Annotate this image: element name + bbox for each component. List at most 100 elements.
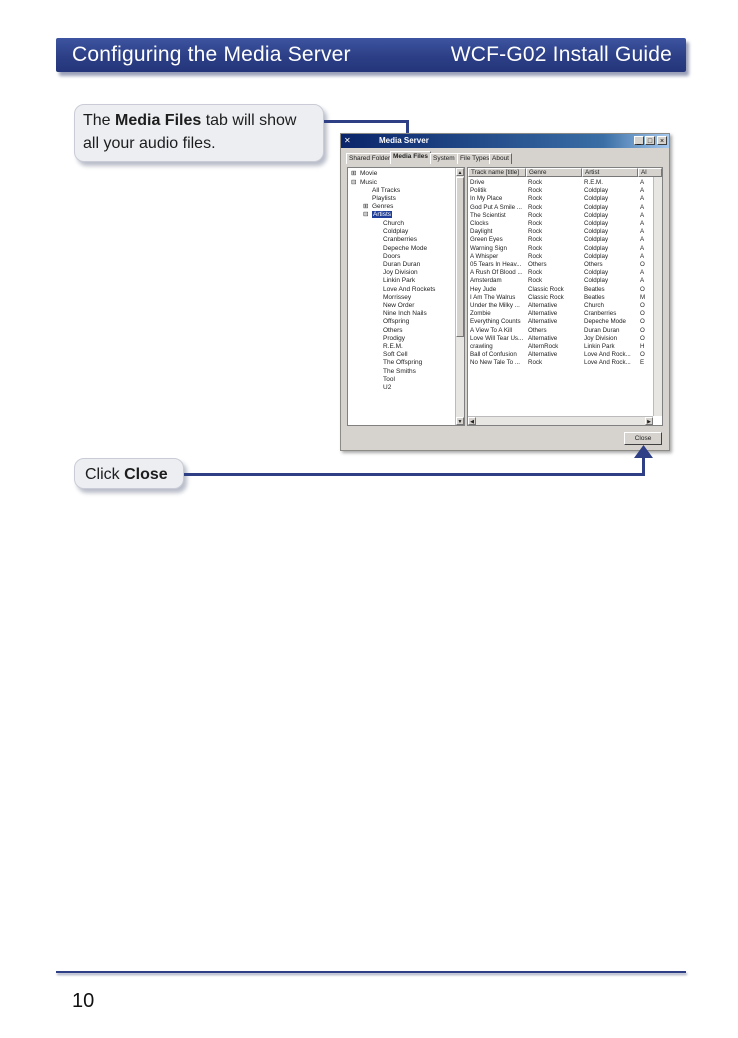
tab-system[interactable]: System bbox=[430, 153, 458, 164]
table-row[interactable]: Drive Rock R.E.M. A bbox=[468, 179, 662, 186]
cell-artist: Coldplay bbox=[584, 277, 609, 285]
tree-item-artist[interactable]: R.E.M. bbox=[383, 343, 403, 350]
table-row[interactable]: Ball of Confusion Alternative Love And Roc… bbox=[468, 351, 662, 358]
tree-item-artist[interactable]: Coldplay bbox=[383, 228, 408, 235]
minimize-button[interactable]: _ bbox=[634, 136, 644, 145]
table-row[interactable]: Everything Counts Alternative Depeche Mode… bbox=[468, 318, 662, 325]
table-row[interactable]: God Put A Smile ... Rock Coldplay A bbox=[468, 204, 662, 211]
tree-item-artist[interactable]: Tool bbox=[383, 376, 395, 383]
callout-connector bbox=[642, 455, 645, 476]
table-row[interactable]: No New Tale To ... Rock Love And Rock... E bbox=[468, 359, 662, 367]
cell-album: A bbox=[640, 277, 645, 285]
tree-item-playlists[interactable]: Playlists bbox=[372, 195, 396, 202]
tree-item-artists[interactable]: Artists bbox=[372, 211, 393, 218]
scroll-down-icon[interactable]: ▼ bbox=[456, 417, 464, 425]
table-row[interactable]: A Whisper Rock Coldplay A bbox=[468, 253, 662, 260]
scroll-right-icon[interactable]: ▶ bbox=[645, 417, 653, 425]
tree-item-artist[interactable]: Soft Cell bbox=[383, 351, 408, 358]
tree-item-artist[interactable]: Depeche Mode bbox=[383, 245, 427, 252]
table-row[interactable]: Warning Sign Rock Coldplay A bbox=[468, 245, 662, 252]
table-row[interactable]: 05 Tears In Heav... Others Others O bbox=[468, 261, 662, 268]
tab-media-files[interactable]: Media Files bbox=[390, 151, 432, 164]
tree-item-artist[interactable]: Prodigy bbox=[383, 335, 405, 342]
tab-about[interactable]: About bbox=[489, 153, 512, 164]
tree-item-artist[interactable]: Nine Inch Nails bbox=[383, 310, 427, 317]
scroll-up-icon[interactable]: ▲ bbox=[456, 168, 464, 176]
tracks-list-view[interactable]: Track name [title] Genre Artist Al Drive… bbox=[467, 167, 663, 426]
column-header-track[interactable]: Track name [title] bbox=[468, 168, 526, 177]
table-row[interactable]: A Rush Of Blood ... Rock Coldplay A bbox=[468, 269, 662, 277]
table-row[interactable]: Amsterdam Rock Coldplay A bbox=[468, 277, 662, 285]
column-header-album[interactable]: Al bbox=[638, 168, 662, 177]
table-row[interactable]: Love Will Tear Us... Alternative Joy Divis… bbox=[468, 335, 662, 342]
tree-expand-icon[interactable]: ⊞ bbox=[363, 203, 368, 210]
cell-album: O bbox=[640, 261, 645, 268]
table-row[interactable]: Hey Jude Classic Rock Beatles O bbox=[468, 285, 662, 293]
tree-item-music[interactable]: Music bbox=[360, 179, 377, 186]
close-button[interactable]: Close bbox=[624, 432, 662, 445]
tree-item-artist[interactable]: Linkin Park bbox=[383, 277, 415, 284]
tree-item-artist[interactable]: Cranberries bbox=[383, 236, 417, 243]
cell-genre: Others bbox=[528, 326, 547, 334]
cell-track: No New Tale To ... bbox=[470, 359, 520, 367]
list-horizontal-scrollbar[interactable]: ◀ ▶ bbox=[468, 416, 653, 425]
tree-item-all-tracks[interactable]: All Tracks bbox=[372, 187, 400, 194]
list-vertical-scrollbar[interactable] bbox=[653, 177, 662, 416]
cell-album: E bbox=[640, 359, 645, 367]
tree-item-artist[interactable]: Joy Division bbox=[383, 269, 418, 276]
cell-track: Green Eyes bbox=[470, 236, 503, 244]
tab-file-types[interactable]: File Types bbox=[457, 153, 493, 164]
table-row[interactable]: A View To A Kill Others Duran Duran O bbox=[468, 326, 662, 334]
tree-item-artist[interactable]: Duran Duran bbox=[383, 261, 420, 268]
tree-item-artist[interactable]: Love And Rockets bbox=[383, 286, 435, 293]
callout-text: tab will show bbox=[201, 112, 297, 129]
tree-item-artist[interactable]: Others bbox=[383, 327, 403, 334]
table-row[interactable]: Clocks Rock Coldplay A bbox=[468, 220, 662, 227]
tree-expand-icon[interactable]: ⊞ bbox=[351, 170, 356, 177]
tree-item-artist[interactable]: Morrissey bbox=[383, 294, 411, 301]
cell-genre: Rock bbox=[528, 220, 543, 227]
table-row[interactable]: The Scientist Rock Coldplay A bbox=[468, 211, 662, 219]
tree-item-movie[interactable]: Movie bbox=[360, 170, 377, 177]
table-row[interactable]: Politik Rock Coldplay A bbox=[468, 187, 662, 195]
tree-vertical-scrollbar[interactable]: ▲ ▼ bbox=[455, 168, 464, 425]
cell-album: O bbox=[640, 285, 645, 293]
cell-track: Amsterdam bbox=[470, 277, 502, 285]
table-row[interactable]: In My Place Rock Coldplay A bbox=[468, 195, 662, 202]
tree-item-artist[interactable]: U2 bbox=[383, 384, 391, 391]
maximize-button[interactable]: □ bbox=[645, 136, 655, 145]
tree-collapse-icon[interactable]: ⊟ bbox=[351, 179, 356, 186]
section-title: Configuring the Media Server bbox=[72, 43, 351, 66]
table-row[interactable]: crawling AlternRock Linkin Park H bbox=[468, 343, 662, 350]
table-row[interactable]: Under the Milky ... Alternative Church O bbox=[468, 302, 662, 309]
column-header-genre[interactable]: Genre bbox=[526, 168, 582, 177]
callout-bold-text: Media Files bbox=[115, 112, 202, 129]
cell-album: M bbox=[640, 293, 646, 301]
tree-item-genres[interactable]: Genres bbox=[372, 203, 393, 210]
table-row[interactable]: I Am The Walrus Classic Rock Beatles M bbox=[468, 293, 662, 301]
tree-item-artist[interactable]: Church bbox=[383, 220, 404, 227]
tree-item-artist[interactable]: Offspring bbox=[383, 318, 409, 325]
cell-genre: Rock bbox=[528, 211, 543, 219]
footer-rule bbox=[56, 971, 686, 973]
cell-artist: Coldplay bbox=[584, 220, 609, 227]
window-titlebar[interactable]: ✕ Media Server _ □ × bbox=[341, 134, 669, 148]
tree-item-artist[interactable]: New Order bbox=[383, 302, 414, 309]
tree-item-artist[interactable]: Doors bbox=[383, 253, 400, 260]
cell-track: A Rush Of Blood ... bbox=[470, 269, 523, 277]
tree-collapse-icon[interactable]: ⊟ bbox=[363, 211, 368, 218]
table-row[interactable]: Green Eyes Rock Coldplay A bbox=[468, 236, 662, 244]
table-row[interactable]: Zombie Alternative Cranberries O bbox=[468, 310, 662, 317]
cell-album: A bbox=[640, 211, 645, 219]
tab-shared-folder[interactable]: Shared Folder bbox=[346, 153, 394, 164]
table-row[interactable]: Daylight Rock Coldplay A bbox=[468, 228, 662, 235]
media-tree-view[interactable]: ⊞ Movie ⊟ Music All Tracks Playlists ⊞ G… bbox=[347, 167, 465, 426]
tree-item-artist[interactable]: The Offspring bbox=[383, 359, 422, 366]
scroll-left-icon[interactable]: ◀ bbox=[468, 417, 476, 425]
close-window-button[interactable]: × bbox=[657, 136, 667, 145]
scroll-thumb[interactable] bbox=[456, 177, 464, 337]
column-header-artist[interactable]: Artist bbox=[582, 168, 638, 177]
cell-genre: Rock bbox=[528, 269, 543, 277]
tree-item-artist[interactable]: The Smiths bbox=[383, 368, 416, 375]
cell-track: Politik bbox=[470, 187, 487, 195]
